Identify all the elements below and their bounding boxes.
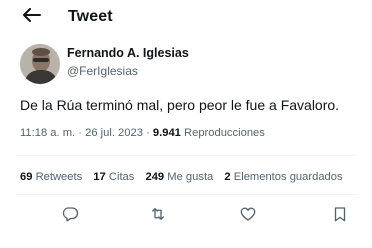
tweet-actions: [0, 204, 372, 228]
retweet-button[interactable]: [146, 204, 170, 228]
views-label: Reproducciones: [184, 127, 265, 139]
bookmark-icon: [331, 205, 349, 228]
reply-icon: [61, 205, 79, 228]
tweet-time[interactable]: 11:18 a. m.: [20, 127, 75, 139]
meta-separator: ·: [146, 127, 150, 139]
likes-count: 249: [145, 171, 165, 183]
author-name[interactable]: Fernando A. Iglesias: [67, 46, 189, 60]
page-title: Tweet: [68, 8, 113, 25]
author-handle[interactable]: @FerIglesias: [67, 64, 138, 78]
likes-stat[interactable]: 249 Me gusta: [145, 171, 213, 183]
like-button[interactable]: [236, 204, 260, 228]
bookmarks-label: Elementos guardados: [233, 171, 343, 183]
divider: [16, 155, 356, 156]
meta-separator: ·: [78, 127, 82, 139]
quotes-stat[interactable]: 17 Citas: [93, 171, 134, 183]
retweets-stat[interactable]: 69 Retweets: [20, 171, 82, 183]
arrow-left-icon: [23, 7, 41, 27]
likes-label: Me gusta: [167, 171, 214, 183]
quotes-label: Citas: [108, 171, 135, 183]
back-button[interactable]: [20, 5, 44, 29]
retweet-icon: [149, 205, 167, 228]
tweet-stats: 69 Retweets 17 Citas 249 Me gusta 2 Elem…: [20, 171, 351, 183]
bookmarks-stat[interactable]: 2 Elementos guardados: [224, 171, 342, 183]
bookmark-button[interactable]: [328, 204, 352, 228]
tweet-header: Tweet: [0, 0, 372, 36]
reply-button[interactable]: [58, 204, 82, 228]
tweet-meta: 11:18 a. m. · 26 jul. 2023 · 9.941 Repro…: [20, 127, 265, 139]
retweets-count: 69: [20, 171, 33, 183]
views-count: 9.941: [152, 127, 181, 139]
retweets-label: Retweets: [35, 171, 83, 183]
tweet-text: De la Rúa terminó mal, pero peor le fue …: [20, 97, 340, 113]
avatar[interactable]: [20, 44, 60, 84]
divider: [16, 194, 356, 195]
tweet-date[interactable]: 26 jul. 2023: [85, 127, 143, 139]
like-icon: [239, 205, 257, 228]
bookmarks-count: 2: [224, 171, 231, 183]
quotes-count: 17: [93, 171, 106, 183]
